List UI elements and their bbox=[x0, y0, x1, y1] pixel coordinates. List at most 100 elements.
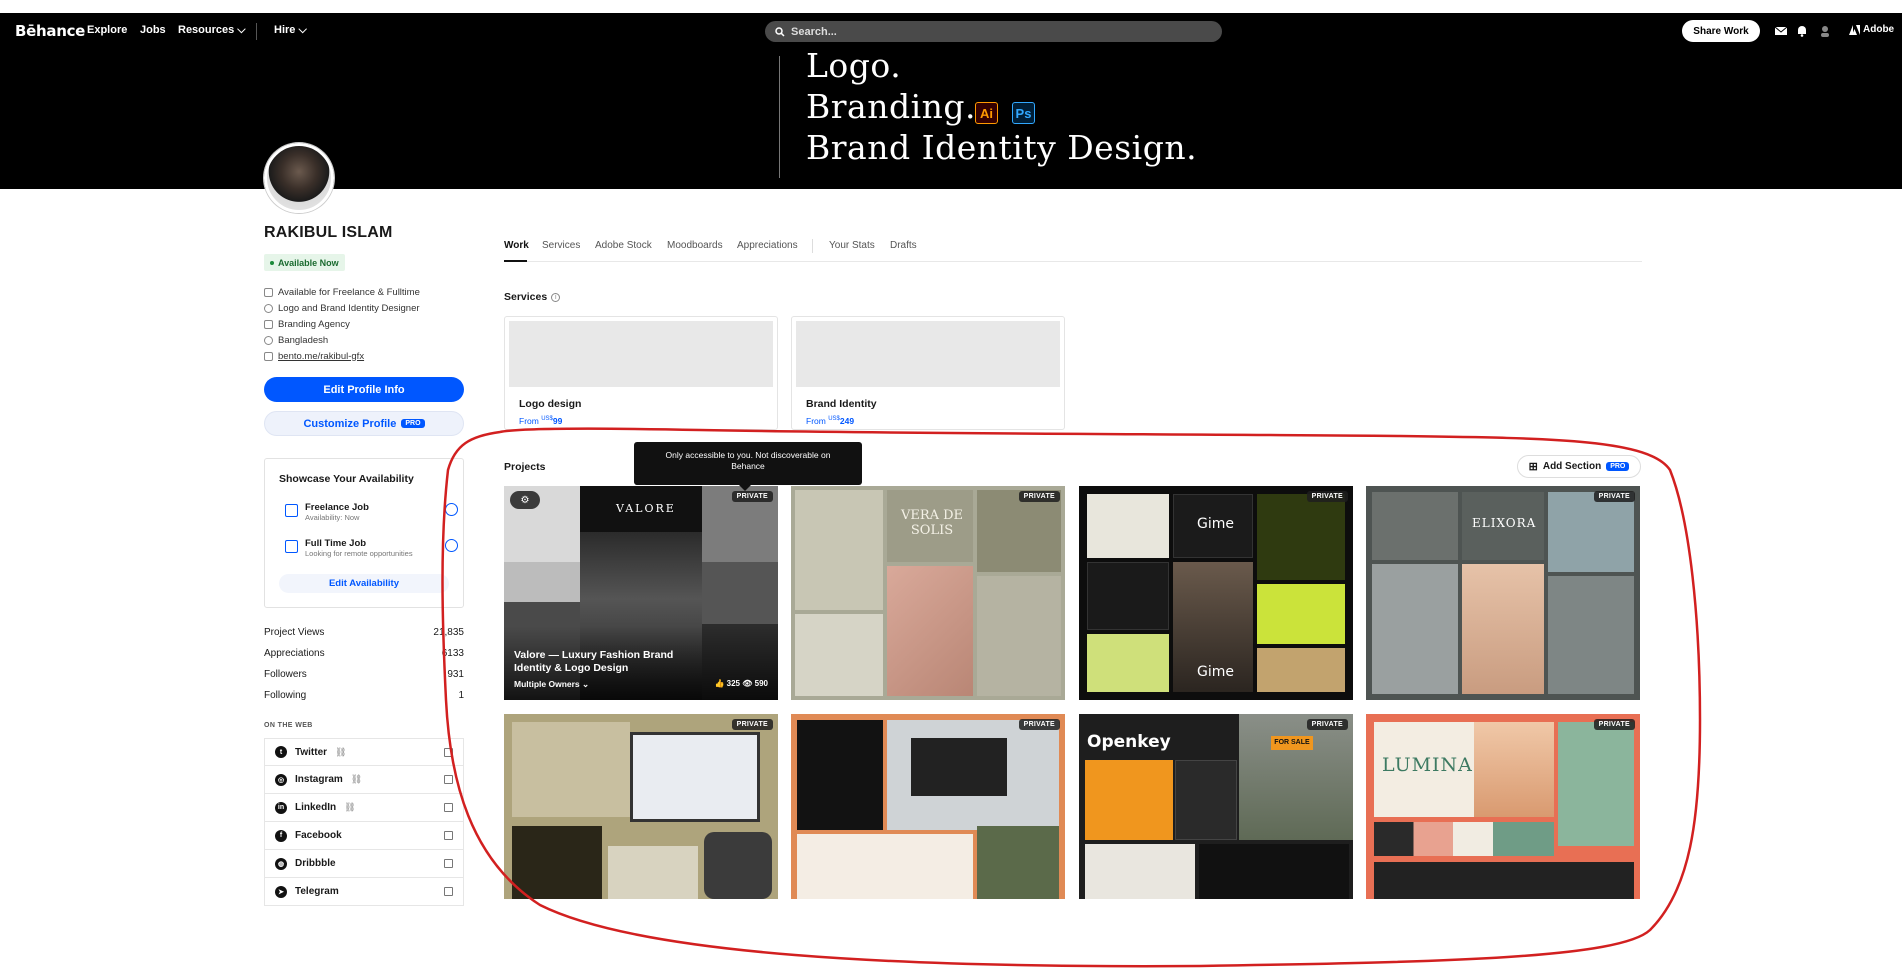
info-occupation: Logo and Brand Identity Designer bbox=[264, 300, 420, 316]
social-label: Facebook bbox=[295, 830, 342, 841]
social-telegram[interactable]: ➤ Telegram bbox=[264, 878, 464, 906]
project-settings-button[interactable]: ⚙ bbox=[510, 491, 540, 509]
social-twitter[interactable]: t Twitter ⛓ bbox=[264, 738, 464, 766]
social-links-list: t Twitter ⛓ ◎ Instagram ⛓ in LinkedIn ⛓ f Faceb… bbox=[264, 738, 464, 906]
service-card-brand-identity[interactable]: Brand Identity From US$249 bbox=[791, 316, 1065, 430]
photoshop-badge: Ps bbox=[1012, 102, 1035, 124]
external-link-icon bbox=[444, 831, 453, 840]
private-badge: PRIVATE bbox=[731, 491, 773, 502]
project-image bbox=[702, 562, 778, 624]
stat-followers[interactable]: Followers 931 bbox=[264, 669, 464, 690]
project-card-valore[interactable]: VALORE ⚙ PRIVATE Valore — Luxury Fashion… bbox=[504, 486, 778, 700]
project-card-lumina[interactable]: LUMINA PRIVATE bbox=[1366, 714, 1640, 899]
on-the-web-heading: ON THE WEB bbox=[264, 722, 313, 729]
top-navbar: Bēhance Explore Jobs Resources ⌵ Hire ⌵ … bbox=[0, 13, 1902, 50]
social-linkedin[interactable]: in LinkedIn ⛓ bbox=[264, 794, 464, 822]
project-card-skincare[interactable]: PRIVATE bbox=[504, 714, 778, 899]
search-bar[interactable] bbox=[765, 21, 1222, 42]
user-avatar-icon[interactable] bbox=[1818, 24, 1832, 38]
private-tooltip: Only accessible to you. Not discoverable… bbox=[634, 442, 862, 491]
price-from: From bbox=[519, 416, 539, 426]
profile-avatar[interactable] bbox=[264, 143, 334, 213]
services-heading-text: Services bbox=[504, 291, 548, 303]
private-badge: PRIVATE bbox=[1593, 491, 1635, 502]
tab-work[interactable]: Work bbox=[504, 240, 529, 251]
window-top-strip bbox=[0, 0, 1902, 13]
project-image bbox=[1257, 648, 1345, 692]
price-value: 249 bbox=[839, 416, 855, 426]
project-card-elixora[interactable]: ELIXORA PRIVATE bbox=[1366, 486, 1640, 700]
social-instagram[interactable]: ◎ Instagram ⛓ bbox=[264, 766, 464, 794]
service-card-logo-design[interactable]: Logo design From US$99 bbox=[504, 316, 778, 430]
share-work-button[interactable]: Share Work bbox=[1682, 20, 1760, 42]
adobe-icon bbox=[1849, 24, 1860, 35]
stat-following[interactable]: Following 1 bbox=[264, 690, 464, 711]
website-link[interactable]: bento.me/rakibul-gfx bbox=[278, 351, 364, 362]
social-label: Instagram bbox=[295, 774, 343, 785]
search-input[interactable] bbox=[791, 25, 1191, 38]
info-text: Branding Agency bbox=[278, 318, 350, 330]
nav-jobs[interactable]: Jobs bbox=[140, 24, 166, 36]
availability-badge-label: Available Now bbox=[278, 257, 339, 268]
vera-wordmark: VERA DE SOLIS bbox=[900, 508, 964, 538]
fulltime-sub: Looking for remote opportunities bbox=[305, 549, 413, 558]
project-card-vera-de-solis[interactable]: VERA DE SOLIS PRIVATE bbox=[791, 486, 1065, 700]
projects-heading: Projects bbox=[504, 461, 546, 473]
social-dribbble[interactable]: ◍ Dribbble bbox=[264, 850, 464, 878]
project-image bbox=[704, 832, 772, 899]
info-website[interactable]: bento.me/rakibul-gfx bbox=[264, 348, 420, 364]
stat-appreciations: Appreciations 6133 bbox=[264, 648, 464, 669]
social-facebook[interactable]: f Facebook bbox=[264, 822, 464, 850]
project-card-siluhe[interactable]: PRIVATE bbox=[791, 714, 1065, 899]
info-company: Branding Agency bbox=[264, 316, 420, 332]
status-dot-icon bbox=[270, 260, 274, 265]
adobe-link[interactable]: Adobe bbox=[1849, 24, 1894, 35]
tab-appreciations[interactable]: Appreciations bbox=[737, 240, 798, 251]
tab-services[interactable]: Services bbox=[542, 240, 580, 251]
service-title: Brand Identity bbox=[806, 398, 877, 410]
info-icon[interactable]: i bbox=[551, 292, 561, 302]
bell-icon[interactable] bbox=[1795, 24, 1809, 38]
info-work-type: Available for Freelance & Fulltime bbox=[264, 284, 420, 300]
project-image bbox=[1257, 494, 1345, 580]
openkey-wordmark: Openkey bbox=[1087, 732, 1171, 752]
adobe-label: Adobe bbox=[1863, 24, 1895, 35]
tab-drafts[interactable]: Drafts bbox=[890, 240, 917, 251]
banner-divider bbox=[779, 56, 780, 178]
profile-tabs: Work Services Adobe Stock Moodboards App… bbox=[504, 238, 1642, 262]
edit-availability-button[interactable]: Edit Availability bbox=[279, 574, 449, 593]
tab-your-stats[interactable]: Your Stats bbox=[829, 240, 875, 251]
check-circle-icon bbox=[445, 503, 458, 516]
gear-icon: ⚙ bbox=[520, 494, 530, 506]
project-card-openkey[interactable]: Openkey FOR SALE PRIVATE bbox=[1079, 714, 1353, 899]
valore-wordmark: VALORE bbox=[616, 502, 676, 515]
service-price: From US$249 bbox=[806, 416, 854, 426]
customize-profile-button[interactable]: Customize Profile PRO bbox=[264, 411, 464, 436]
private-badge: PRIVATE bbox=[1306, 491, 1348, 502]
edit-profile-button[interactable]: Edit Profile Info bbox=[264, 377, 464, 402]
project-title[interactable]: Valore — Luxury Fashion Brand Identity &… bbox=[514, 649, 704, 675]
eye-icon: 👁 bbox=[742, 679, 753, 688]
nav-explore[interactable]: Explore bbox=[87, 24, 127, 36]
project-card-gime[interactable]: Gime Gime PRIVATE bbox=[1079, 486, 1353, 700]
stat-project-views: Project Views 21,835 bbox=[264, 627, 464, 648]
service-price: From US$99 bbox=[519, 416, 562, 426]
project-owners[interactable]: Multiple Owners ⌄ bbox=[514, 679, 589, 690]
tab-adobe-stock[interactable]: Adobe Stock bbox=[595, 240, 652, 251]
nav-resources[interactable]: Resources ⌵ bbox=[178, 24, 246, 37]
freelance-sub: Availability: Now bbox=[305, 513, 360, 522]
behance-logo[interactable]: Bēhance bbox=[15, 22, 85, 40]
nav-hire[interactable]: Hire ⌵ bbox=[274, 24, 307, 37]
tab-moodboards[interactable]: Moodboards bbox=[667, 240, 723, 251]
banner-line-branding: Branding. bbox=[806, 87, 976, 126]
project-image bbox=[630, 732, 760, 822]
price-from: From bbox=[806, 416, 826, 426]
verified-link-icon: ⛓ bbox=[335, 746, 347, 757]
project-image bbox=[977, 490, 1061, 572]
mail-icon[interactable] bbox=[1774, 24, 1788, 38]
project-image bbox=[1087, 562, 1169, 630]
add-section-button[interactable]: ⊞ Add Section PRO bbox=[1517, 455, 1641, 478]
project-image bbox=[512, 722, 630, 817]
project-stats: 👍 325 👁 590 bbox=[714, 679, 768, 688]
project-image bbox=[1462, 564, 1544, 694]
